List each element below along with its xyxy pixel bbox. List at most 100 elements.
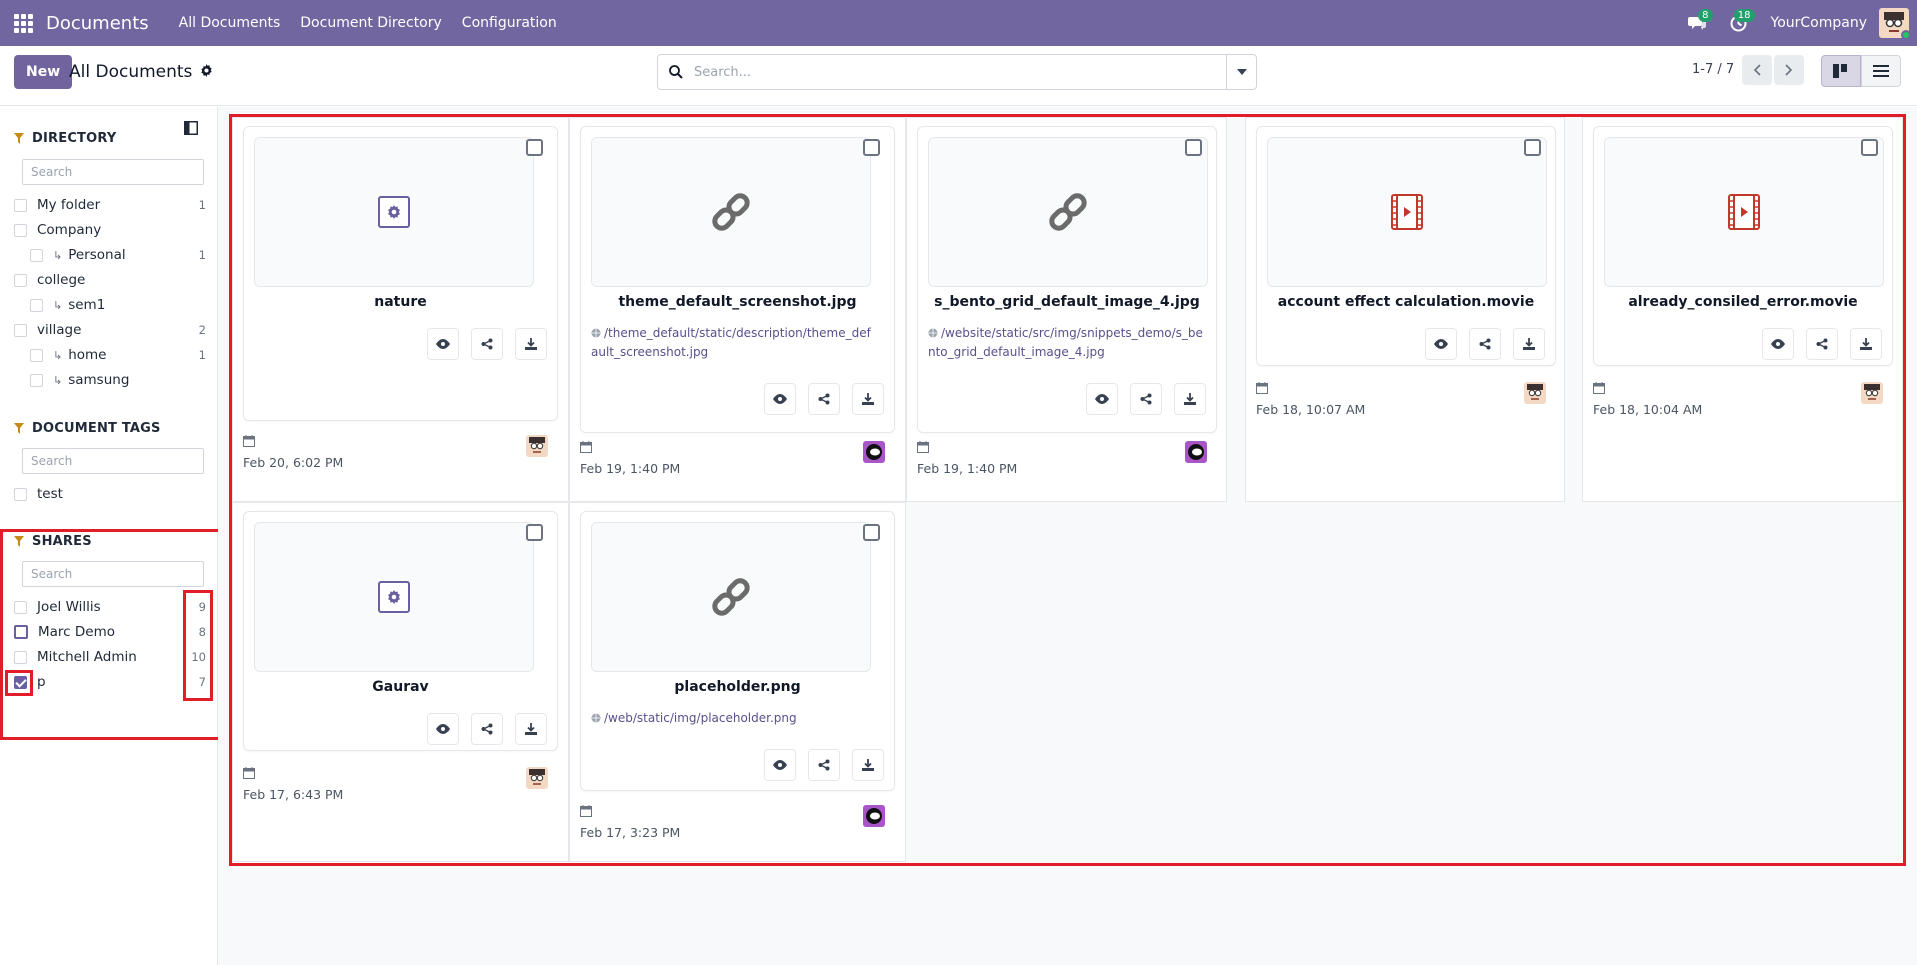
- share-item-p[interactable]: p7: [14, 672, 206, 692]
- card-select-checkbox[interactable]: [526, 139, 543, 156]
- preview-button[interactable]: [427, 328, 459, 360]
- document-card[interactable]: nature: [243, 126, 558, 421]
- checkbox[interactable]: [14, 198, 27, 212]
- document-name[interactable]: Gaurav: [244, 679, 557, 695]
- document-thumbnail[interactable]: [1267, 137, 1547, 287]
- card-select-checkbox[interactable]: [863, 139, 880, 156]
- checkbox[interactable]: [14, 323, 27, 337]
- card-select-checkbox[interactable]: [1861, 139, 1878, 156]
- document-card[interactable]: account effect calculation.movie: [1256, 126, 1556, 366]
- apps-menu-icon[interactable]: [0, 0, 46, 46]
- document-thumbnail[interactable]: [254, 137, 534, 287]
- menu-configuration[interactable]: Configuration: [462, 15, 557, 31]
- bot-avatar[interactable]: [863, 441, 885, 463]
- pager-value[interactable]: 1-7 / 7: [1692, 62, 1734, 77]
- checkbox[interactable]: [30, 348, 43, 362]
- pager-previous-button[interactable]: [1742, 55, 1772, 85]
- pager-next-button[interactable]: [1774, 55, 1804, 85]
- tags-search-input[interactable]: [22, 448, 204, 474]
- directory-item-home[interactable]: ↳ home 1: [30, 345, 206, 365]
- download-button[interactable]: [515, 328, 547, 360]
- directory-item-my-folder[interactable]: My folder 1: [14, 195, 206, 215]
- share-button[interactable]: [808, 749, 840, 781]
- card-select-checkbox[interactable]: [863, 524, 880, 541]
- document-name[interactable]: placeholder.png: [581, 679, 894, 695]
- checkbox-checked[interactable]: [14, 675, 27, 689]
- share-button[interactable]: [471, 328, 503, 360]
- document-thumbnail[interactable]: [928, 137, 1208, 287]
- download-button[interactable]: [1513, 328, 1545, 360]
- user-avatar[interactable]: [526, 767, 548, 789]
- document-url-link[interactable]: /website/static/src/img/snippets_demo/s_…: [928, 324, 1206, 362]
- bot-avatar[interactable]: [863, 805, 885, 827]
- share-button[interactable]: [808, 383, 840, 415]
- messages-button[interactable]: 8: [1679, 0, 1715, 46]
- preview-button[interactable]: [427, 713, 459, 745]
- tag-item-test[interactable]: test: [14, 484, 206, 504]
- document-name[interactable]: account effect calculation.movie: [1257, 294, 1555, 310]
- directory-item-personal[interactable]: ↳ Personal 1: [30, 245, 206, 265]
- download-button[interactable]: [852, 383, 884, 415]
- download-button[interactable]: [1850, 328, 1882, 360]
- preview-button[interactable]: [1086, 383, 1118, 415]
- user-avatar[interactable]: [526, 435, 548, 457]
- share-button[interactable]: [1130, 383, 1162, 415]
- card-select-checkbox[interactable]: [526, 524, 543, 541]
- preview-button[interactable]: [764, 383, 796, 415]
- checkbox[interactable]: [14, 625, 28, 639]
- document-thumbnail[interactable]: [254, 522, 534, 672]
- share-item-mitchell-admin[interactable]: Mitchell Admin 10: [14, 647, 206, 667]
- user-avatar[interactable]: [1879, 8, 1911, 40]
- checkbox[interactable]: [14, 223, 27, 237]
- document-url-link[interactable]: /web/static/img/placeholder.png: [591, 709, 876, 728]
- checkbox[interactable]: [14, 650, 27, 664]
- search-options-toggle[interactable]: [1226, 55, 1256, 89]
- directory-item-samsung[interactable]: ↳ samsung: [30, 370, 206, 390]
- document-card[interactable]: theme_default_screenshot.jpg /theme_defa…: [580, 126, 895, 433]
- app-brand[interactable]: Documents: [46, 13, 149, 34]
- menu-document-directory[interactable]: Document Directory: [300, 15, 442, 31]
- document-thumbnail[interactable]: [1604, 137, 1884, 287]
- document-name[interactable]: already_consiled_error.movie: [1594, 294, 1892, 310]
- bot-avatar[interactable]: [1185, 441, 1207, 463]
- search-input[interactable]: [694, 64, 1226, 80]
- directory-item-village[interactable]: village 2: [14, 320, 206, 340]
- directory-item-college[interactable]: college: [14, 270, 206, 290]
- document-card[interactable]: already_consiled_error.movie: [1593, 126, 1893, 366]
- new-button[interactable]: New: [14, 55, 73, 89]
- directory-search-input[interactable]: [22, 159, 204, 185]
- checkbox[interactable]: [14, 600, 27, 614]
- checkbox[interactable]: [30, 248, 43, 262]
- activities-button[interactable]: 18: [1721, 0, 1757, 46]
- download-button[interactable]: [1174, 383, 1206, 415]
- checkbox[interactable]: [14, 273, 27, 287]
- document-card[interactable]: placeholder.png /web/static/img/placehol…: [580, 511, 895, 791]
- document-thumbnail[interactable]: [591, 137, 871, 287]
- download-button[interactable]: [852, 749, 884, 781]
- share-button[interactable]: [1469, 328, 1501, 360]
- share-item-joel-willis[interactable]: Joel Willis 9: [14, 597, 206, 617]
- card-select-checkbox[interactable]: [1524, 139, 1541, 156]
- document-name[interactable]: nature: [244, 294, 557, 310]
- sidebar-collapse-icon[interactable]: [184, 121, 198, 139]
- document-url-link[interactable]: /theme_default/static/description/theme_…: [591, 324, 876, 362]
- list-view-button[interactable]: [1861, 55, 1901, 87]
- document-thumbnail[interactable]: [591, 522, 871, 672]
- preview-button[interactable]: [764, 749, 796, 781]
- download-button[interactable]: [515, 713, 547, 745]
- preview-button[interactable]: [1425, 328, 1457, 360]
- directory-item-company[interactable]: Company: [14, 220, 206, 240]
- checkbox[interactable]: [30, 298, 43, 312]
- share-button[interactable]: [1806, 328, 1838, 360]
- document-name[interactable]: theme_default_screenshot.jpg: [581, 294, 894, 310]
- gear-icon[interactable]: [200, 63, 213, 81]
- document-card[interactable]: Gaurav: [243, 511, 558, 751]
- document-name[interactable]: s_bento_grid_default_image_4.jpg: [918, 294, 1216, 310]
- kanban-view-button[interactable]: [1821, 55, 1861, 87]
- shares-search-input[interactable]: [22, 561, 204, 587]
- directory-item-sem1[interactable]: ↳ sem1: [30, 295, 206, 315]
- company-switcher[interactable]: YourCompany: [1771, 15, 1868, 31]
- checkbox[interactable]: [30, 373, 43, 387]
- user-avatar[interactable]: [1861, 382, 1883, 404]
- document-card[interactable]: s_bento_grid_default_image_4.jpg /websit…: [917, 126, 1217, 433]
